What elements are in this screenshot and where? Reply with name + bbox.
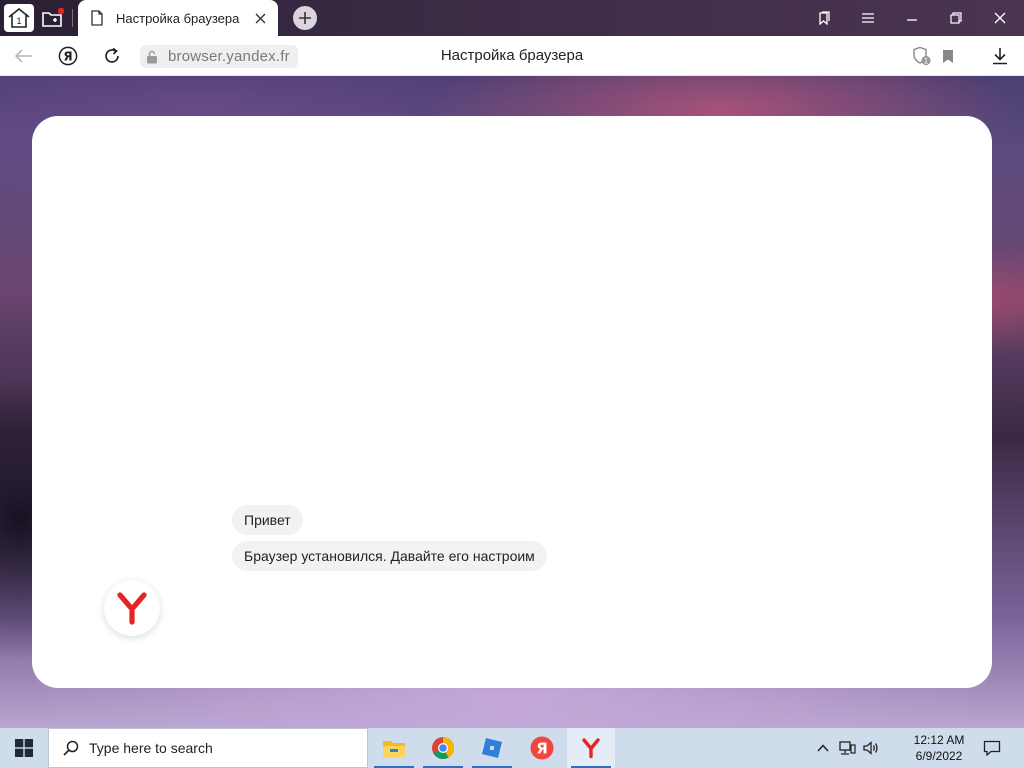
menu-icon xyxy=(862,13,874,23)
close-icon xyxy=(255,13,265,23)
chevron-up-icon xyxy=(817,744,829,752)
svg-text:1: 1 xyxy=(16,16,21,26)
home-button[interactable]: 1 xyxy=(4,4,34,32)
bookmark-button[interactable] xyxy=(934,42,962,70)
collections-icon xyxy=(819,11,830,25)
tab-close-button[interactable] xyxy=(252,10,268,26)
svg-text:Я: Я xyxy=(536,740,548,758)
system-clock[interactable]: 12:12 AM 6/9/2022 xyxy=(900,728,978,768)
collections-button[interactable] xyxy=(801,0,847,36)
tab-divider xyxy=(72,9,73,27)
document-icon xyxy=(91,10,103,26)
notifications-button[interactable] xyxy=(980,728,1004,768)
taskbar-app-roblox[interactable] xyxy=(468,728,516,768)
yandex-icon: Я xyxy=(530,736,554,760)
file-explorer-icon xyxy=(383,741,405,757)
minimize-button[interactable] xyxy=(889,0,935,36)
minimize-icon xyxy=(907,19,917,21)
volume-button[interactable] xyxy=(860,728,882,768)
page-title: Настройка браузера xyxy=(440,47,584,64)
taskbar-search[interactable]: Type here to search xyxy=(48,728,368,768)
chat-message-greeting: Привет xyxy=(232,505,303,535)
network-icon xyxy=(839,741,856,755)
new-tab-left-button[interactable] xyxy=(38,4,68,32)
protect-button[interactable]: 1 xyxy=(908,42,936,70)
setup-card: Привет Браузер установился. Давайте его … xyxy=(32,116,992,688)
start-button[interactable] xyxy=(0,728,48,768)
add-tab-button[interactable] xyxy=(293,6,317,30)
taskbar-app-yandex-browser[interactable] xyxy=(567,728,615,768)
taskbar-app-file-explorer[interactable] xyxy=(370,728,418,768)
yandex-assistant-avatar xyxy=(104,580,160,636)
window-close-button[interactable] xyxy=(977,0,1023,36)
tab-active[interactable]: Настройка браузера xyxy=(78,0,278,36)
chat-message-setup: Браузер установился. Давайте его настрои… xyxy=(232,541,547,571)
tab-strip: 1 Настройка браузера xyxy=(0,0,1024,36)
network-button[interactable] xyxy=(836,728,858,768)
shield-icon: 1 xyxy=(913,46,931,66)
close-icon xyxy=(994,12,1006,24)
yandex-browser-icon xyxy=(582,738,600,759)
bookmark-icon xyxy=(943,49,953,63)
search-icon xyxy=(63,740,79,756)
yandex-browser-logo-icon xyxy=(117,592,147,625)
clock-date: 6/9/2022 xyxy=(915,749,963,763)
volume-icon xyxy=(863,741,878,755)
taskbar-app-chrome[interactable] xyxy=(419,728,467,768)
search-placeholder: Type here to search xyxy=(89,740,213,756)
menu-button[interactable] xyxy=(845,0,891,36)
download-icon xyxy=(993,48,1007,65)
notification-icon xyxy=(983,740,1001,756)
clock-time: 12:12 AM xyxy=(913,733,965,747)
restore-button[interactable] xyxy=(933,0,979,36)
home-icon: 1 xyxy=(8,7,30,28)
roblox-icon xyxy=(482,738,502,758)
plus-icon xyxy=(299,12,311,24)
restore-icon xyxy=(950,12,962,24)
windows-icon xyxy=(15,739,33,757)
tab-title: Настройка браузера xyxy=(116,10,240,26)
taskbar-app-yandex[interactable]: Я xyxy=(518,728,566,768)
downloads-button[interactable] xyxy=(986,42,1014,70)
show-hidden-icons-button[interactable] xyxy=(812,728,834,768)
address-toolbar: Я browser.yandex.fr Настройка браузера 1 xyxy=(0,36,1024,76)
chrome-icon xyxy=(432,737,454,759)
new-tab-icon xyxy=(42,7,65,27)
svg-text:1: 1 xyxy=(924,57,929,66)
taskbar: Type here to search Я 12:12 AM 6/9/2022 xyxy=(0,728,1024,768)
